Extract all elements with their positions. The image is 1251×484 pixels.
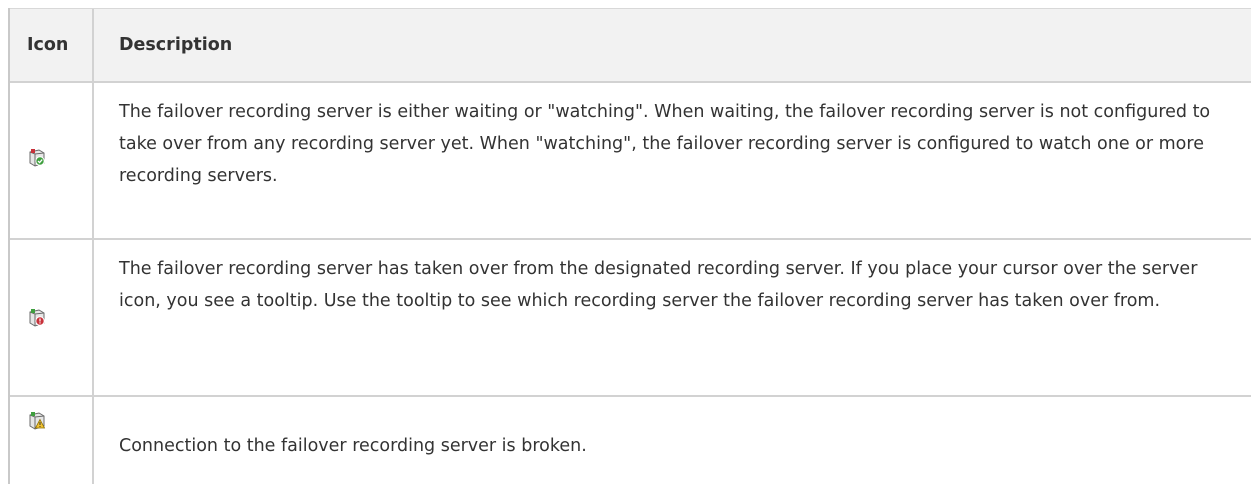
table-row: Connection to the failover recording ser… [10,397,1251,484]
failover-status-table: Icon Description The failover recording … [8,8,1251,484]
description-column-header: Description [119,35,233,55]
table-row: The failover recording server is either … [10,83,1251,240]
failover-taken-over-icon [29,309,45,327]
failover-watching-icon [29,149,45,167]
row-description: The failover recording server has taken … [119,259,1198,311]
failover-connection-broken-icon [29,412,46,430]
icon-cell [10,83,94,238]
row-description: The failover recording server is either … [119,102,1211,186]
table-row: The failover recording server has taken … [10,240,1251,397]
table-header-row: Icon Description [10,8,1251,83]
icon-cell [10,397,94,484]
row-description: Connection to the failover recording ser… [119,436,587,456]
icon-column-header: Icon [10,9,94,81]
icon-cell [10,240,94,395]
